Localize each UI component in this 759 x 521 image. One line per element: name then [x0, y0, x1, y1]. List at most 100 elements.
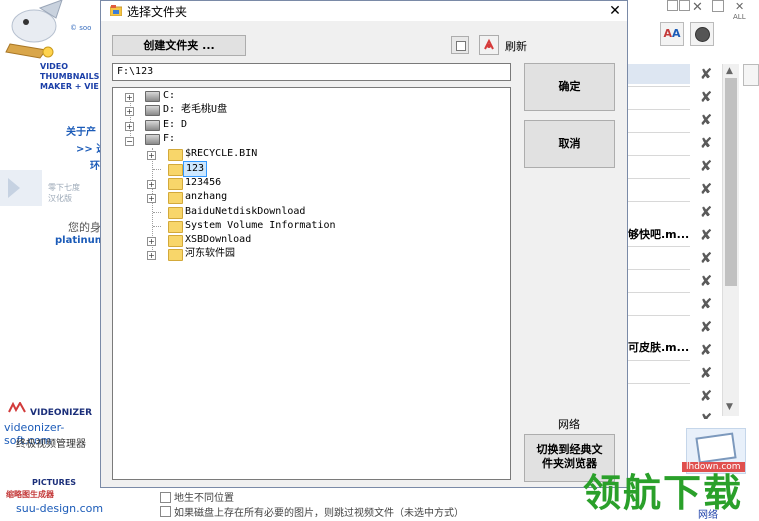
- folder-icon: [168, 192, 183, 204]
- list-selected-row[interactable]: [628, 64, 690, 84]
- refresh-button[interactable]: [479, 35, 499, 55]
- tree-item-folder[interactable]: System Volume Information: [185, 219, 336, 233]
- remove-x-icon[interactable]: ✘: [693, 363, 719, 384]
- drive-e-icon: [145, 120, 160, 131]
- widget-label-2: 汉化版: [48, 194, 72, 203]
- folder-tree[interactable]: + C: + D: 老毛桃U盘 + E: D − F: + $RECYCLE.B…: [112, 87, 511, 480]
- remove-x-icon[interactable]: ✘: [693, 156, 719, 177]
- platinum-label: platinum: [55, 235, 106, 246]
- nav-link-2[interactable]: 环: [90, 157, 100, 172]
- list-fragment-2: 可皮肤.m...: [628, 341, 690, 354]
- remove-x-icon[interactable]: ✘: [693, 87, 719, 108]
- remove-x-icon[interactable]: ✘: [693, 133, 719, 154]
- folder-icon: [168, 235, 183, 247]
- remove-x-icon[interactable]: ✘: [693, 271, 719, 292]
- background-bottom-options: 地生不同位置 如果磁盘上存在所有必要的图片，则跳过视频文件（未选中方式）: [150, 488, 628, 519]
- remove-x-icon[interactable]: ✘: [693, 409, 719, 419]
- top-x-all-icon[interactable]: ✕: [735, 0, 744, 13]
- brand-line-3: MAKER + VIE: [40, 82, 99, 91]
- folder-locked-icon: [168, 221, 183, 233]
- scroll-up-icon[interactable]: ▲: [726, 66, 733, 76]
- tree-item-folder[interactable]: anzhang: [185, 190, 227, 204]
- tree-item-drive-c[interactable]: C:: [163, 89, 175, 103]
- list-scrollbar[interactable]: ▲ ▼: [722, 64, 739, 416]
- remove-x-icon[interactable]: ✘: [693, 317, 719, 338]
- tree-item-folder[interactable]: XSBDownload: [185, 233, 251, 247]
- font-aa-icon[interactable]: AA: [660, 22, 684, 46]
- option-checkbox-1[interactable]: [160, 492, 171, 503]
- top-box-icon[interactable]: [712, 0, 724, 12]
- about-link[interactable]: 关于产: [66, 123, 96, 138]
- dialog-titlebar[interactable]: 选择文件夹 ✕: [101, 1, 627, 21]
- tree-item-folder[interactable]: 河东软件园: [185, 247, 235, 261]
- tree-guide-line: [153, 169, 161, 170]
- refresh-label[interactable]: 刷新: [505, 38, 527, 54]
- view-icon: [456, 41, 466, 51]
- remove-x-icon[interactable]: ✘: [693, 110, 719, 131]
- top-x-icon[interactable]: ✕: [692, 0, 703, 15]
- remove-x-icon[interactable]: ✘: [693, 340, 719, 361]
- remove-x-icon[interactable]: ✘: [693, 64, 719, 85]
- background-left-panel: © soo VIDEO THUMBNAILS MAKER + VIE 关于产 >…: [0, 0, 110, 517]
- your-text: 您的身: [68, 221, 101, 234]
- select-folder-dialog: 选择文件夹 ✕ 创建文件夹 ... 刷新 F:\123 + C: + D: 老毛…: [100, 0, 628, 488]
- tree-item-folder[interactable]: BaiduNetdiskDownload: [185, 205, 305, 219]
- all-label: ALL: [733, 13, 746, 21]
- tree-item-folder[interactable]: $RECYCLE.BIN: [185, 147, 257, 161]
- expand-e-icon[interactable]: +: [125, 122, 134, 131]
- tree-item-drive-e[interactable]: E: D: [163, 118, 187, 132]
- top-checkbox-1[interactable]: [667, 0, 678, 11]
- remove-x-icon[interactable]: ✘: [693, 179, 719, 200]
- scroll-down-icon[interactable]: ▼: [726, 402, 733, 412]
- row-divider: [628, 360, 690, 361]
- row-divider: [628, 292, 690, 293]
- folder-icon: [168, 207, 183, 219]
- expand-folder-icon[interactable]: +: [147, 237, 156, 246]
- remove-x-icon[interactable]: ✘: [693, 225, 719, 246]
- tree-item-drive-f[interactable]: F:: [163, 132, 175, 146]
- play-icon: [8, 178, 20, 198]
- speaker-icon[interactable]: [690, 22, 714, 46]
- row-divider: [628, 201, 690, 202]
- view-toggle-button[interactable]: [451, 36, 469, 54]
- close-icon[interactable]: ✕: [603, 1, 627, 21]
- option-text-1: 地生不同位置: [174, 493, 234, 504]
- expand-folder-icon[interactable]: +: [147, 151, 156, 160]
- tree-guide-line: [130, 98, 131, 142]
- expand-d-icon[interactable]: +: [125, 107, 134, 116]
- row-divider: [628, 269, 690, 270]
- expand-folder-icon[interactable]: +: [147, 180, 156, 189]
- remove-x-icon[interactable]: ✘: [693, 386, 719, 407]
- remove-x-icon[interactable]: ✘: [693, 202, 719, 223]
- expand-folder-icon[interactable]: +: [147, 251, 156, 260]
- tree-item-folder-selected[interactable]: 123: [183, 161, 208, 177]
- pictures-url[interactable]: suu-design.com: [16, 502, 103, 515]
- drive-c-icon: [145, 91, 160, 102]
- side-handle[interactable]: [743, 64, 759, 86]
- brand-small-text: © soo: [70, 24, 92, 32]
- refresh-icon: [484, 38, 494, 50]
- scroll-thumb[interactable]: [725, 78, 737, 286]
- top-checkbox-2[interactable]: [679, 0, 690, 11]
- remove-x-icon[interactable]: ✘: [693, 294, 719, 315]
- folder-open-icon: [168, 164, 183, 176]
- row-divider: [628, 315, 690, 316]
- remove-x-icon[interactable]: ✘: [693, 248, 719, 269]
- row-divider: [628, 132, 690, 133]
- network-label: 网络: [558, 418, 580, 431]
- expand-c-icon[interactable]: +: [125, 93, 134, 102]
- collapse-f-icon[interactable]: −: [125, 137, 134, 146]
- folder-path-field[interactable]: F:\123: [112, 63, 511, 81]
- create-folder-button[interactable]: 创建文件夹 ...: [112, 35, 246, 56]
- option-checkbox-2[interactable]: [160, 506, 171, 517]
- expand-folder-icon[interactable]: +: [147, 194, 156, 203]
- tree-item-folder[interactable]: 123456: [185, 176, 221, 190]
- cancel-button[interactable]: 取消: [524, 120, 615, 168]
- videonizer-desc: 终极视频管理器: [16, 439, 86, 450]
- tree-item-drive-d[interactable]: D: 老毛桃U盘: [163, 103, 227, 117]
- brand-line-1: VIDEO: [40, 62, 69, 71]
- row-divider: [628, 109, 690, 110]
- ok-button[interactable]: 确定: [524, 63, 615, 111]
- row-divider: [628, 383, 690, 384]
- folder-icon: [168, 249, 183, 261]
